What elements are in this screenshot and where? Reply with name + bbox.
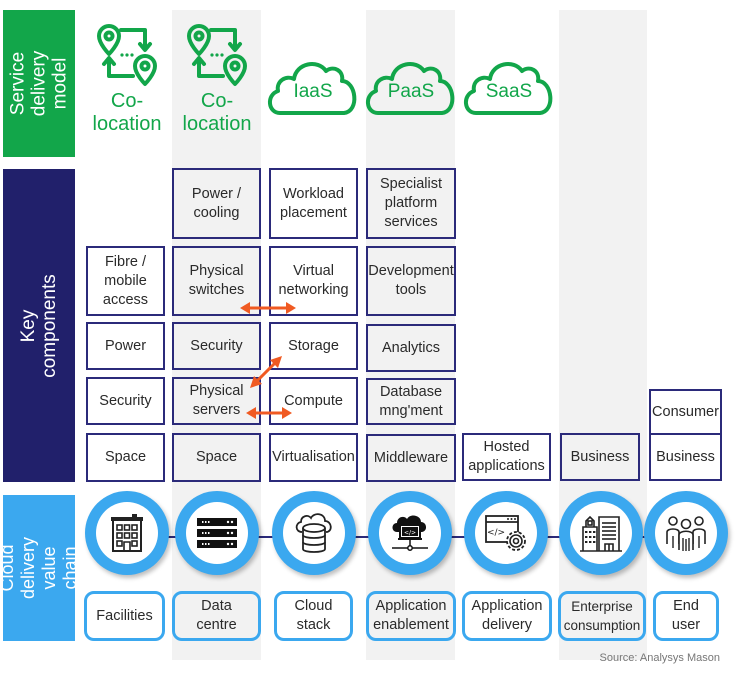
value-chain-label-facilities: Facilities (84, 591, 165, 641)
band-key-components: Key components (3, 169, 75, 482)
node-enterprise-consumption (559, 491, 643, 575)
server-rack-icon (197, 518, 237, 548)
svg-text:</>: </> (404, 530, 416, 537)
cloud-label: IaaS (293, 81, 333, 102)
node-data-centre (175, 491, 259, 575)
service-model-colocation-2: Co- location (174, 18, 260, 136)
value-chain-label-application-delivery: Application delivery (462, 591, 552, 641)
component-hosted-applications: Hosted applications (462, 433, 551, 481)
value-chain-label-end-user: End user (653, 591, 719, 641)
colocation-pins-icon (97, 24, 157, 86)
service-model-label: Co- location (182, 90, 252, 135)
building-icon (111, 514, 143, 552)
component-consumer: Consumer (649, 389, 722, 435)
colocation-pins-icon (187, 24, 247, 86)
cloud-label: PaaS (387, 81, 435, 102)
component-workload-placement: Workload placement (269, 168, 358, 239)
users-group-icon (666, 516, 706, 551)
component-power-cooling: Power / cooling (172, 168, 261, 239)
office-buildings-icon (580, 515, 622, 552)
cloud-laptop-network-icon: </> (392, 515, 428, 551)
service-model-paas: PaaS (362, 55, 460, 119)
arrow-servers-to-compute (246, 407, 292, 419)
node-cloud-stack (272, 491, 356, 575)
arrow-switches-to-networking (240, 302, 296, 314)
source-note: Source: Analysys Mason (599, 652, 720, 664)
component-middleware: Middleware (366, 434, 456, 482)
component-specialist-platform-services: Specialist platform services (366, 168, 456, 239)
value-chain-label-application-enablement: Application enablement (366, 591, 456, 641)
arrow-servers-to-storage (250, 356, 282, 388)
node-facilities (85, 491, 169, 575)
value-chain-label-cloud-stack: Cloud stack (274, 591, 353, 641)
node-application-enablement: </> (368, 491, 452, 575)
node-application-delivery: </> (464, 491, 548, 575)
service-model-colocation-1: Co- location (84, 18, 170, 136)
service-model-iaas: IaaS (264, 55, 362, 119)
component-fibre-mobile-access: Fibre / mobile access (86, 246, 165, 316)
service-model-saas: SaaS (460, 55, 558, 119)
component-business-enterprise: Business (560, 433, 640, 481)
component-space-dc: Space (172, 433, 261, 482)
component-security: Security (86, 377, 165, 425)
cloud-database-icon (295, 513, 332, 553)
value-chain-label-data-centre: Data centre (172, 591, 261, 641)
cloud-label: SaaS (485, 81, 533, 102)
value-chain-label-enterprise-consumption: Enterprise consumption (558, 591, 646, 641)
component-development-tools: Development tools (366, 246, 456, 316)
component-power: Power (86, 322, 165, 370)
band-label: Key components (18, 273, 61, 378)
component-business-end-user: Business (649, 433, 722, 481)
component-database-management: Database mng'ment (366, 378, 456, 425)
band-service-delivery-model: Service delivery model (3, 10, 75, 157)
component-space: Space (86, 433, 165, 482)
code-window-gear-icon: </> (485, 515, 526, 551)
component-virtualisation: Virtualisation (269, 433, 358, 482)
band-label: Cloud delivery value chain (0, 536, 80, 600)
component-analytics: Analytics (366, 324, 456, 372)
band-cloud-delivery-value-chain: Cloud delivery value chain (0, 495, 80, 641)
service-model-label: Co- location (92, 90, 162, 135)
node-end-user (644, 491, 728, 575)
svg-text:</>: </> (487, 528, 505, 538)
band-label: Service delivery model (7, 50, 71, 117)
